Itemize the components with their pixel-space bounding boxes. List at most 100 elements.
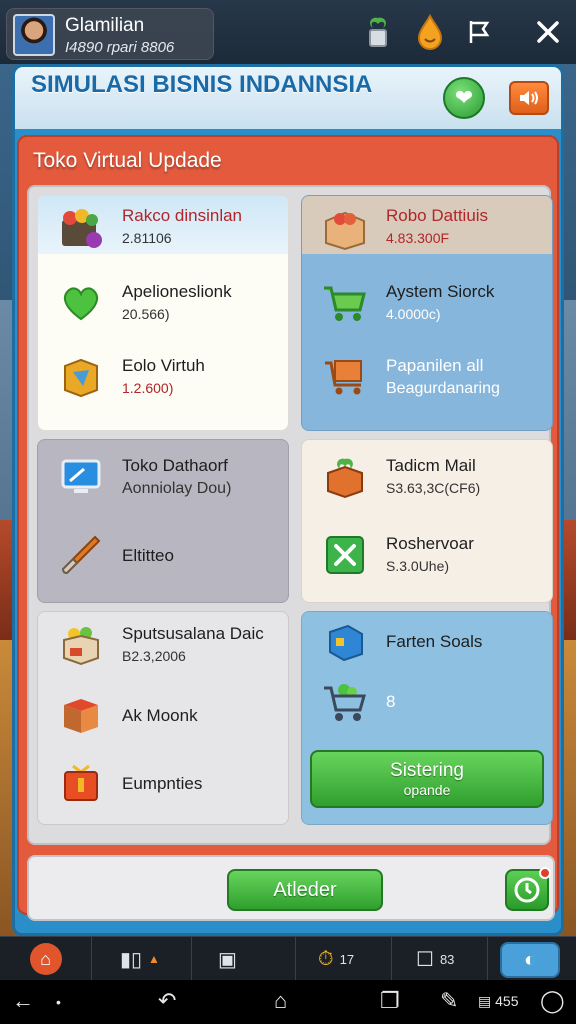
item-price: Beagurdanaring (386, 380, 500, 397)
flag-icon[interactable] (460, 12, 500, 52)
list-item[interactable]: Tadicm Mail S3.63,3C(CF6) (302, 450, 552, 520)
list-item[interactable]: Eltitteo (38, 528, 288, 598)
upgrade-card[interactable]: Farten Soals 8 Sistering opande (301, 611, 553, 825)
lock-icon[interactable]: ◯ (540, 988, 565, 1014)
item-price: 4.0000c) (386, 306, 441, 322)
upgrade-card[interactable]: Robo Dattiuis 4.83.300F Aystem Siorck 4.… (301, 195, 553, 431)
list-item[interactable]: Ak Moonk (38, 688, 288, 758)
monitor-icon (58, 454, 104, 500)
player-profile[interactable]: Glamilian I4890 rpari 8806 (6, 8, 214, 60)
list-item[interactable]: Robo Dattiuis 4.83.300F (302, 200, 552, 270)
upgrade-card[interactable]: Toko Dathaorf Aonniolay Dou) Eltitteo (37, 439, 289, 603)
item-name: Sputsusalana Daic (122, 624, 264, 643)
update-button[interactable]: Atleder (227, 869, 383, 911)
item-name: Apelioneslionk (122, 282, 232, 301)
footer-panel: Atleder (27, 855, 555, 921)
timer-stat[interactable]: ⏱ 17 (296, 937, 392, 981)
drop-icon[interactable] (410, 12, 450, 52)
home-nav-icon[interactable]: ⌂ (274, 988, 287, 1014)
home-icon: ⌂ (29, 943, 62, 975)
notification-dot (539, 867, 551, 879)
list-item[interactable]: 8 (302, 676, 552, 746)
item-name: Ak Moonk (122, 706, 198, 725)
item-name: Aystem Siorck (386, 282, 495, 301)
box-stat[interactable]: ☐ 83 (392, 937, 488, 981)
avatar (13, 14, 55, 56)
heart-icon (58, 280, 104, 326)
stats-button[interactable]: ▮▯ ▲ (92, 937, 192, 981)
list-item[interactable]: Eolo Virtuh 1.2.600) (38, 350, 288, 420)
list-item[interactable]: Aystem Siorck 4.0000c) (302, 276, 552, 346)
shopping-cart-icon (322, 280, 368, 326)
upgrade-card[interactable]: Rakco dinsinlan 2.81106 Apelioneslionk 2… (37, 195, 289, 431)
favorite-button[interactable]: ❤ (443, 77, 485, 119)
gift-bag-icon (58, 760, 104, 806)
close-icon[interactable] (528, 12, 568, 52)
list-item[interactable]: Eumpnties (38, 756, 288, 824)
item-price: 4.83.300F (386, 230, 450, 246)
sistering-label: Sistering (390, 760, 464, 781)
item-price: B2.3,2006 (122, 648, 186, 664)
list-item[interactable]: Roshervoar S.3.0Uhe) (302, 528, 552, 598)
item-price: S3.63,3C(CF6) (386, 480, 481, 496)
plant-box-icon (322, 454, 368, 500)
item-name: Rakco dinsinlan (122, 206, 243, 225)
box-icon: ☐ (416, 948, 434, 971)
pen-icon[interactable]: ✎ (440, 988, 458, 1014)
system-nav-bar: ← • ↶ ⌂ ❐ ✎ ▤ 455 ◯ (0, 980, 576, 1024)
list-item[interactable]: Apelioneslionk 20.566) (38, 276, 288, 346)
item-name: Papanilen all (386, 356, 484, 375)
list-item[interactable]: Sputsusalana Daic B2.3,2006 (38, 618, 288, 688)
map-button[interactable]: ◐ (500, 942, 560, 978)
item-name: 8 (386, 692, 396, 711)
item-name: Eolo Virtuh (122, 356, 205, 375)
counter-badge: ▤ 455 (478, 993, 518, 1010)
produce-box-icon (58, 622, 104, 668)
item-price: S.3.0Uhe) (386, 558, 450, 574)
warning-icon: ▲ (148, 952, 160, 966)
clock-icon (514, 877, 540, 903)
plant-pot-icon[interactable] (358, 12, 398, 52)
business-sim-window: SIMULASI BISNIS INDANNSIA ❤ Toko Virtual… (12, 64, 564, 936)
back-icon[interactable]: ↶ (158, 988, 176, 1014)
dot-icon: • (56, 994, 61, 1010)
game-bottom-bar: ⌂ ▮▯ ▲ ▣ ⏱ 17 ☐ 83 (0, 936, 576, 981)
cube-icon (322, 620, 368, 666)
player-money: I4890 rpari 8806 (65, 39, 175, 56)
vegetable-cart-icon (322, 680, 368, 726)
cart-box-icon (322, 354, 368, 400)
list-item[interactable]: Toko Dathaorf Aonniolay Dou) (38, 450, 288, 520)
item-name: Eltitteo (122, 546, 174, 565)
window-titlebar: SIMULASI BISNIS INDANNSIA ❤ (15, 67, 561, 129)
box-stat-value: 83 (439, 951, 455, 967)
bar-chart-icon: ▮▯ (120, 948, 143, 971)
red-box-icon (58, 692, 104, 738)
home-button[interactable]: ⌂ (0, 937, 92, 981)
item-name: Roshervoar (386, 534, 474, 553)
recents-icon[interactable]: ❐ (380, 988, 400, 1014)
inbox-button[interactable]: ▣ (192, 937, 296, 981)
counter-icon: ▤ (478, 993, 492, 1009)
item-name: Eumpnties (122, 774, 203, 793)
list-item[interactable]: Rakco dinsinlan 2.81106 (38, 200, 288, 270)
sound-button[interactable] (509, 81, 549, 115)
upgrade-card[interactable]: Tadicm Mail S3.63,3C(CF6) Roshervoar S.3… (301, 439, 553, 603)
back-arrow-icon[interactable]: ← (12, 988, 34, 1014)
globe-icon: ◐ (523, 948, 537, 971)
grocery-box-icon (58, 206, 104, 252)
crate-icon (322, 206, 368, 252)
timer-stat-value: 17 (339, 951, 355, 967)
list-item[interactable]: Papanilen all Beagurdanaring (302, 350, 552, 420)
store-panel: Toko Virtual Updade Rakco dinsinlan 2.81… (17, 135, 559, 921)
message-icon: ▣ (218, 948, 237, 971)
upgrade-card[interactable]: Sputsusalana Daic B2.3,2006 Ak Moonk Eum… (37, 611, 289, 825)
sistering-sub: opande (403, 782, 451, 798)
timer-button[interactable] (505, 867, 551, 911)
item-name: Farten Soals (386, 632, 483, 651)
top-bar: Glamilian I4890 rpari 8806 (0, 0, 576, 64)
window-title: SIMULASI BISNIS INDANNSIA (31, 71, 373, 98)
item-name: Toko Dathaorf (122, 456, 228, 475)
item-price: Aonniolay Dou) (122, 480, 232, 497)
sistering-button[interactable]: Sistering opande (310, 750, 544, 808)
panel-title: Toko Virtual Updade (33, 149, 222, 172)
